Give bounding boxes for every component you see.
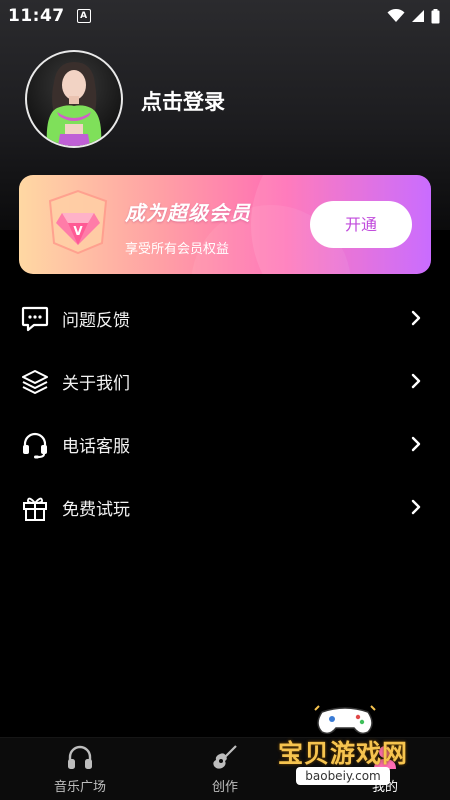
avatar[interactable] [25, 50, 123, 148]
nav-tab-music-square[interactable]: 音乐广场 [49, 744, 111, 795]
nav-tab-create[interactable]: 创作 [200, 744, 250, 795]
watermark-text: 宝贝游戏网 [278, 739, 409, 768]
nav-label: 音乐广场 [53, 780, 106, 795]
vip-banner[interactable]: V 成为超级会员 享受所有会员权益 开通 [19, 175, 431, 274]
watermark: 宝贝游戏网 baobeiy.com [270, 700, 430, 800]
watermark-url: baobeiy.com [296, 767, 390, 785]
chevron-right-icon [411, 373, 421, 389]
headset-icon [23, 432, 47, 458]
menu-item-about[interactable]: 关于我们 [0, 350, 450, 413]
login-link[interactable]: 点击登录 [141, 86, 225, 116]
chevron-right-icon [411, 436, 421, 452]
menu-item-free-trial[interactable]: 免费试玩 [0, 476, 450, 539]
vip-title: 成为超级会员 [125, 201, 251, 225]
layers-icon [22, 369, 48, 394]
status-icons [387, 8, 440, 24]
headphones-icon [68, 745, 92, 769]
open-vip-button[interactable]: 开通 [310, 201, 412, 248]
feedback-icon [21, 306, 49, 331]
avatar-image [46, 62, 102, 146]
svg-text:V: V [73, 224, 83, 238]
signal-icon [412, 10, 424, 22]
nav-label: 创作 [211, 780, 238, 795]
status-badge: A [76, 9, 91, 23]
menu-list: 问题反馈 关于我们 电话客服 免费试玩 [0, 287, 450, 539]
menu-label: 关于我们 [62, 374, 130, 394]
status-time: 11:47 [8, 6, 65, 26]
wifi-icon [387, 9, 405, 22]
battery-icon [431, 8, 440, 23]
gift-icon [23, 497, 47, 521]
chevron-right-icon [411, 310, 421, 326]
menu-label: 问题反馈 [62, 311, 130, 331]
menu-label: 电话客服 [62, 437, 130, 457]
chevron-right-icon [411, 499, 421, 515]
menu-label: 免费试玩 [62, 500, 130, 520]
guitar-icon [213, 745, 237, 769]
menu-item-phone-service[interactable]: 电话客服 [0, 413, 450, 476]
vip-diamond-icon: V [48, 189, 108, 255]
vip-subtitle: 享受所有会员权益 [125, 242, 230, 257]
menu-item-feedback[interactable]: 问题反馈 [0, 287, 450, 350]
status-bar: 11:47 A [0, 0, 450, 32]
